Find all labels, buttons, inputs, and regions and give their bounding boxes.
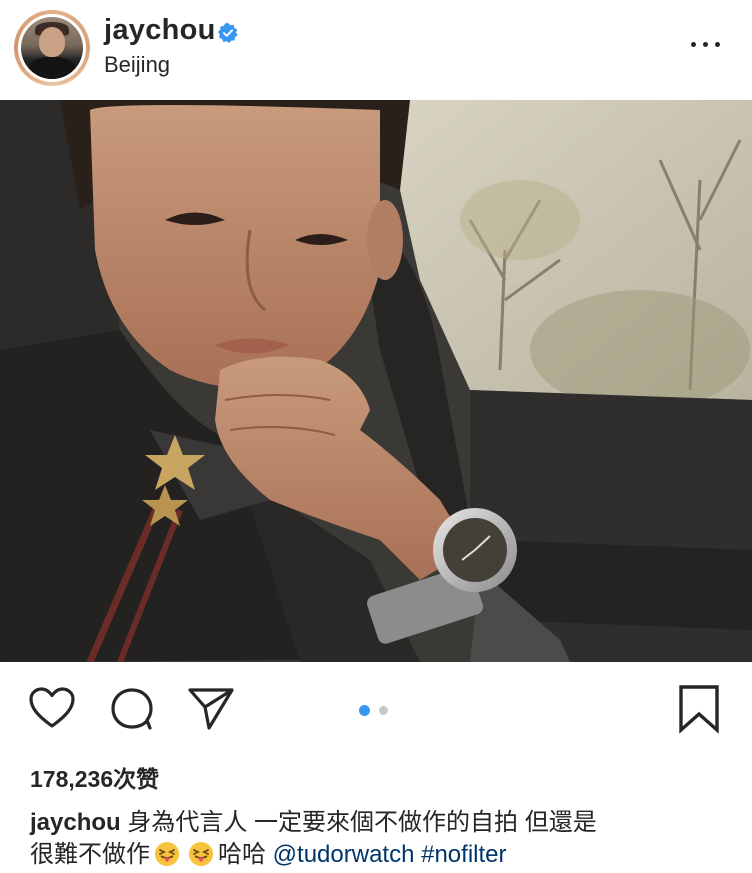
more-options-icon[interactable] (688, 32, 724, 56)
avatar[interactable] (21, 17, 83, 79)
caption-line-2: 很難不做作 哈哈 @tudorwatch #nofilter (30, 839, 730, 871)
caption-username[interactable]: jaychou (30, 809, 121, 836)
carousel-dot (379, 706, 388, 715)
post-header: jaychou Beijing (0, 0, 752, 100)
verified-badge-icon (218, 23, 238, 43)
selfie-photo-illustration (0, 100, 752, 662)
carousel-dot-active (359, 705, 370, 716)
caption-hashtag-link[interactable]: #nofilter (421, 841, 506, 868)
post-location[interactable]: Beijing (104, 52, 170, 78)
likes-count[interactable]: 178,236次赞 (30, 760, 159, 794)
paper-plane-icon[interactable] (186, 686, 236, 732)
squinting-tongue-emoji-icon (155, 842, 179, 866)
caption-text: 身為代言人 一定要來個不做作的自拍 但還是 (127, 809, 597, 836)
squinting-tongue-emoji-icon (189, 842, 213, 866)
action-bar (0, 662, 752, 742)
heart-icon[interactable] (28, 686, 76, 730)
caption-line-1: jaychou 身為代言人 一定要來個不做作的自拍 但還是 (30, 807, 730, 839)
bookmark-icon[interactable] (676, 684, 722, 734)
comment-icon[interactable] (108, 686, 156, 732)
caption-laugh-text: 哈哈 (218, 841, 266, 868)
avatar-story-ring[interactable] (14, 10, 90, 86)
caption-mention-link[interactable]: @tudorwatch (273, 841, 415, 868)
post-photo[interactable] (0, 100, 752, 662)
caption-text-continued: 很難不做作 (30, 841, 150, 868)
username[interactable]: jaychou (104, 14, 216, 47)
post-caption: jaychou 身為代言人 一定要來個不做作的自拍 但還是 很難不做作 哈哈 @… (30, 807, 730, 871)
